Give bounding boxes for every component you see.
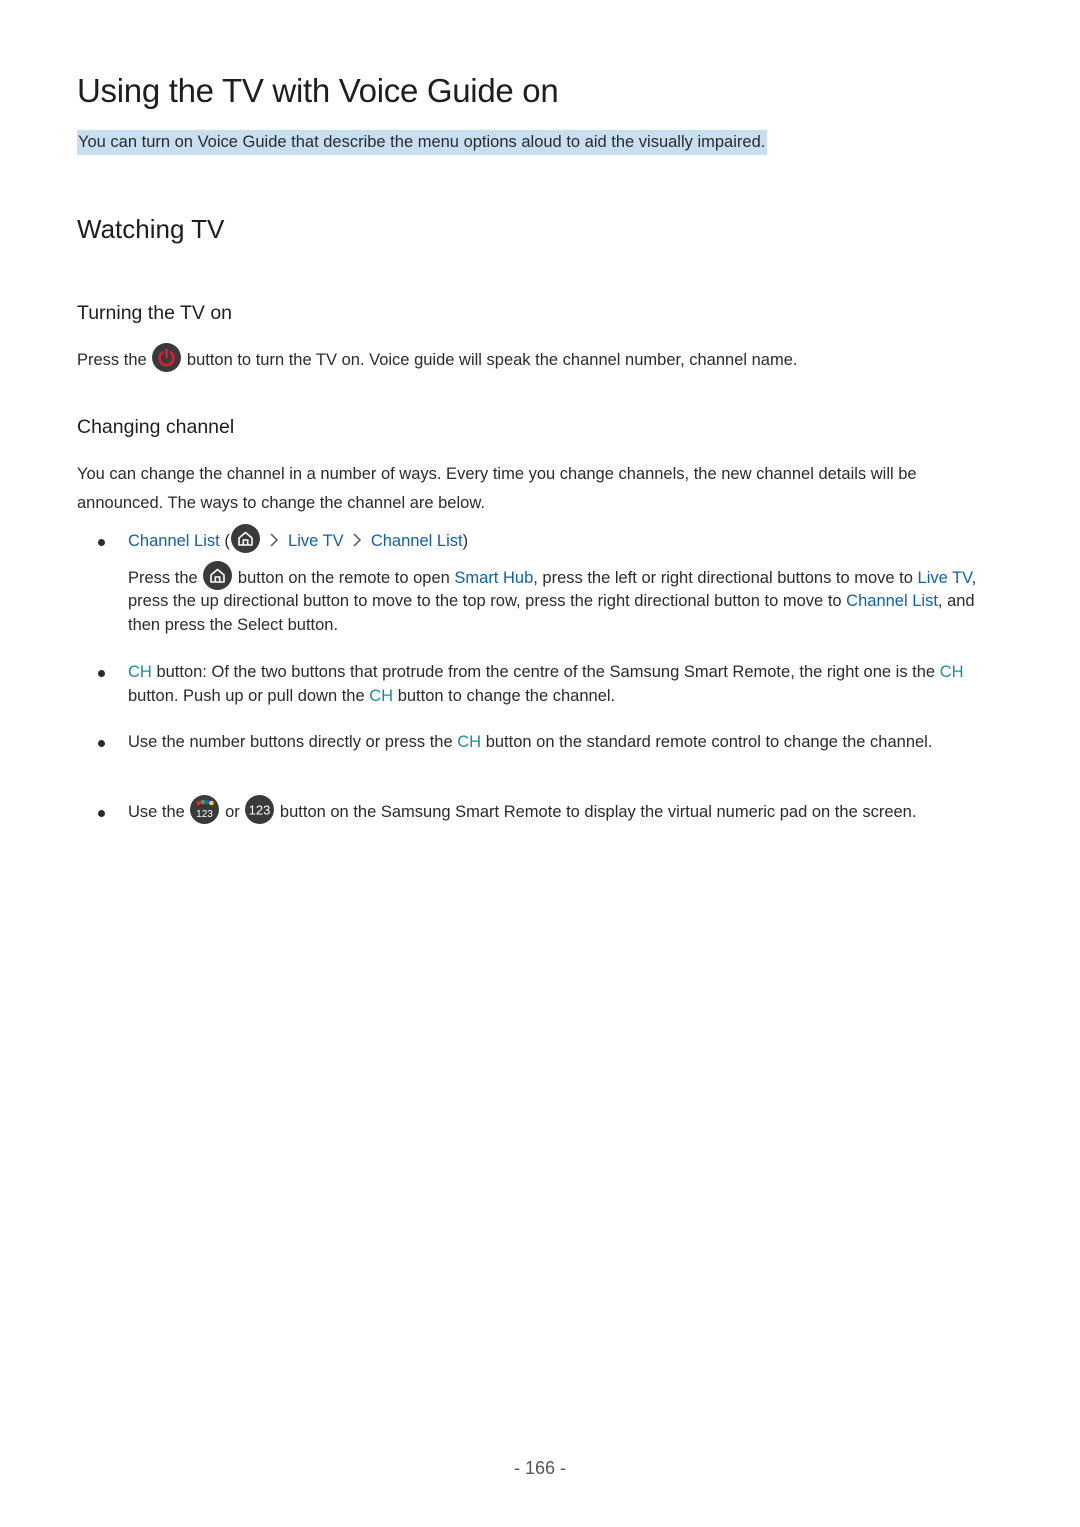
subheading-turning-tv-on: Turning the TV on — [77, 302, 233, 324]
list-item: Use the 123 or 123 button on the Samsung… — [77, 795, 1007, 825]
paren-close: ) — [462, 532, 469, 550]
list-item: Use the number buttons directly or press… — [77, 731, 1007, 755]
bullet-text: Use the 123 or 123 button on the Samsung… — [128, 795, 1007, 825]
turning-on-paragraph: Press the button to turn the TV on. Voic… — [77, 343, 1007, 375]
text: button. Push up or pull down the — [128, 686, 365, 705]
text: Press the — [77, 351, 147, 369]
text: button: Of the two buttons that protrude… — [156, 663, 936, 681]
subheading-changing-channel: Changing channel — [77, 416, 235, 438]
text: or — [225, 803, 240, 821]
link-channel-list[interactable]: Channel List — [846, 592, 938, 610]
text: button on the remote to open — [237, 568, 450, 587]
ch-key-label: CH — [457, 733, 482, 751]
text: Use the number buttons directly or press… — [128, 733, 453, 751]
power-icon — [152, 343, 182, 373]
ch-key-label: CH — [369, 686, 394, 705]
bullet-icon — [98, 539, 105, 546]
paren-open: ( — [224, 532, 230, 550]
text: button on the standard remote control to… — [485, 733, 933, 751]
page-title: Using the TV with Voice Guide on — [77, 72, 559, 109]
icon-label: 123 — [197, 809, 214, 820]
list-item: Channel List ( Live TV Channel List) Pre… — [77, 524, 1007, 638]
link-smart-hub[interactable]: Smart Hub — [454, 569, 533, 587]
home-icon — [230, 524, 260, 554]
menu-link-channel-list[interactable]: Channel List — [371, 532, 463, 550]
bullet-text: Use the number buttons directly or press… — [128, 731, 948, 755]
section-heading-watching-tv: Watching TV — [77, 214, 225, 244]
text: button to change the channel. — [397, 686, 616, 705]
bullet-description: Press the button on the remote to open S… — [128, 560, 1007, 638]
text: Press the — [128, 568, 198, 587]
chevron-right-icon — [353, 533, 362, 547]
link-live-tv[interactable]: Live TV — [918, 569, 972, 587]
list-item: CH button: Of the two buttons that protr… — [77, 661, 1007, 708]
text: button on the Samsung Smart Remote to di… — [279, 803, 917, 821]
ch-key-label: CH — [939, 663, 964, 681]
ch-key-label: CH — [128, 663, 152, 681]
changing-channel-intro: You can change the channel in a number o… — [77, 465, 917, 512]
chevron-right-icon — [270, 533, 279, 547]
home-icon — [203, 560, 233, 590]
bullet-icon — [98, 670, 105, 677]
bullet-icon — [98, 810, 105, 817]
bullet-text: CH button: Of the two buttons that protr… — [128, 661, 1007, 708]
intro-highlighted-text: You can turn on Voice Guide that describ… — [77, 130, 768, 155]
text: , press the left or right directional bu… — [533, 568, 913, 587]
color-123-button-icon: 123 — [190, 795, 220, 825]
menu-link-channel-list[interactable]: Channel List — [128, 532, 220, 550]
text: Use the — [128, 803, 185, 821]
icon-label: 123 — [249, 803, 271, 818]
menu-link-live-tv[interactable]: Live TV — [288, 532, 344, 550]
text: button to turn the TV on. Voice guide wi… — [186, 351, 798, 369]
123-button-icon: 123 — [245, 795, 275, 825]
bullet-icon — [98, 740, 105, 747]
menu-path: Channel List ( Live TV Channel List) — [128, 524, 1007, 554]
page-number: - 166 - — [513, 1458, 567, 1478]
